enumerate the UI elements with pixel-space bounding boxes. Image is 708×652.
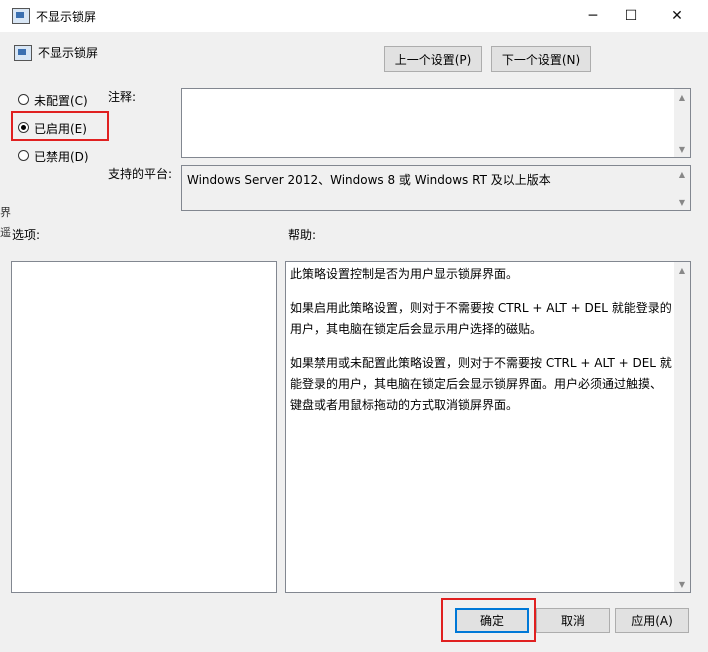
scroll-down-arrow-icon[interactable]: ▼ xyxy=(674,194,690,210)
ok-button[interactable]: 确定 xyxy=(455,608,529,633)
help-scrollbar[interactable]: ▲ ▼ xyxy=(674,262,690,592)
policy-icon xyxy=(14,45,32,61)
help-label: 帮助: xyxy=(288,228,317,242)
title-bar[interactable]: 不显示锁屏 ─ ☐ ✕ xyxy=(0,0,708,32)
help-paragraph: 此策略设置控制是否为用户显示锁屏界面。 xyxy=(290,267,519,281)
apply-button[interactable]: 应用(A) xyxy=(615,608,689,633)
scroll-down-arrow-icon[interactable]: ▼ xyxy=(674,141,690,157)
app-icon xyxy=(12,8,30,24)
help-panel: 此策略设置控制是否为用户显示锁屏界面。 如果启用此策略设置，则对于不需要按 CT… xyxy=(285,261,691,593)
platform-label: 支持的平台: xyxy=(108,167,173,181)
radio-circle[interactable] xyxy=(18,150,29,161)
scroll-down-arrow-icon[interactable]: ▼ xyxy=(674,576,690,592)
maximize-button[interactable]: ☐ xyxy=(608,0,654,32)
scroll-up-arrow-icon[interactable]: ▲ xyxy=(674,262,690,278)
close-button[interactable]: ✕ xyxy=(654,0,700,32)
platform-scrollbar[interactable]: ▲ ▼ xyxy=(674,166,690,210)
background-text-fragment: 遥 xyxy=(0,226,11,239)
help-paragraph: 如果启用此策略设置，则对于不需要按 CTRL + ALT + DEL 就能登录的… xyxy=(290,301,672,336)
platform-field: Windows Server 2012、Windows 8 或 Windows … xyxy=(181,165,691,211)
radio-circle[interactable] xyxy=(18,122,29,133)
comment-label: 注释: xyxy=(108,90,137,104)
policy-name: 不显示锁屏 xyxy=(38,46,99,60)
help-paragraph: 如果禁用或未配置此策略设置，则对于不需要按 CTRL + ALT + DEL 就… xyxy=(290,356,672,412)
radio-label: 未配置(C) xyxy=(34,94,88,108)
help-text: 此策略设置控制是否为用户显示锁屏界面。 如果启用此策略设置，则对于不需要按 CT… xyxy=(290,264,672,429)
window-title: 不显示锁屏 xyxy=(36,10,97,24)
next-setting-button[interactable]: 下一个设置(N) xyxy=(491,46,591,72)
comment-scrollbar[interactable]: ▲ ▼ xyxy=(674,89,690,157)
options-panel xyxy=(11,261,277,593)
background-text-fragment: 界 xyxy=(0,206,11,219)
cancel-button[interactable]: 取消 xyxy=(536,608,610,633)
scroll-up-arrow-icon[interactable]: ▲ xyxy=(674,89,690,105)
radio-circle[interactable] xyxy=(18,94,29,105)
previous-setting-button[interactable]: 上一个设置(P) xyxy=(384,46,482,72)
scroll-up-arrow-icon[interactable]: ▲ xyxy=(674,166,690,182)
radio-label: 已禁用(D) xyxy=(34,150,89,164)
options-label: 选项: xyxy=(12,228,41,242)
platform-value: Windows Server 2012、Windows 8 或 Windows … xyxy=(187,173,551,187)
radio-label: 已启用(E) xyxy=(34,122,87,136)
comment-field[interactable]: ▲ ▼ xyxy=(181,88,691,158)
